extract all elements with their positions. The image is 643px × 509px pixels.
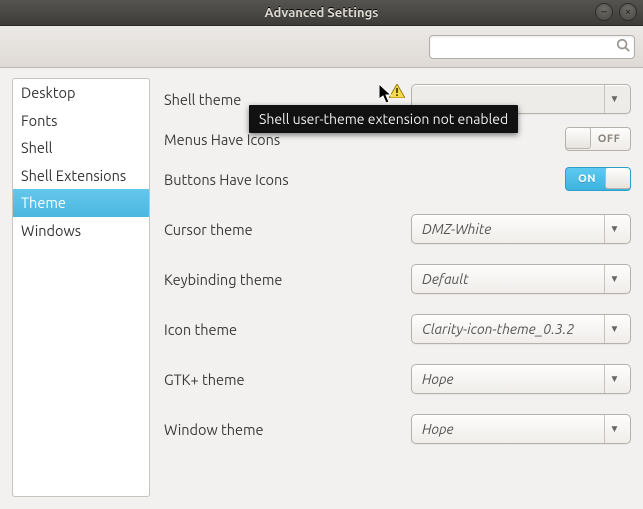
window-theme-combo[interactable]: Hope ▼ [411,414,631,444]
chevron-down-icon: ▼ [604,265,624,293]
close-button[interactable]: × [619,3,637,21]
chevron-down-icon: ▼ [604,415,624,443]
settings-content: Shell theme ▼ Menus Have Icons [164,78,631,497]
icon-theme-label: Icon theme [164,321,389,338]
toolbar [0,26,643,68]
sidebar: Desktop Fonts Shell Shell Extensions The… [12,78,150,497]
search-box[interactable] [429,35,635,59]
sidebar-item-fonts[interactable]: Fonts [13,107,149,135]
buttons-have-icons-switch[interactable]: ON [565,167,631,191]
sidebar-item-windows[interactable]: Windows [13,217,149,245]
sidebar-item-theme[interactable]: Theme [13,189,149,217]
chevron-down-icon: ▼ [604,365,624,393]
cursor-theme-combo[interactable]: DMZ-White ▼ [411,214,631,244]
buttons-have-icons-label: Buttons Have Icons [164,171,389,188]
cursor-pointer-icon [379,84,393,104]
sidebar-item-desktop[interactable]: Desktop [13,79,149,107]
menus-have-icons-switch[interactable]: OFF [565,127,631,151]
menus-have-icons-label: Menus Have Icons [164,131,389,148]
window-title: Advanced Settings [0,6,643,20]
sidebar-item-shell-extensions[interactable]: Shell Extensions [13,162,149,190]
chevron-down-icon: ▼ [604,215,624,243]
cursor-theme-label: Cursor theme [164,221,389,238]
chevron-down-icon: ▼ [604,315,624,343]
switch-handle [565,127,591,149]
icon-theme-combo[interactable]: Clarity-icon-theme_0.3.2 ▼ [411,314,631,344]
window-theme-label: Window theme [164,421,389,438]
keybinding-theme-combo[interactable]: Default ▼ [411,264,631,294]
tooltip: Shell user-theme extension not enabled [249,105,518,133]
keybinding-theme-label: Keybinding theme [164,271,389,288]
minimize-button[interactable]: – [595,3,613,21]
gtk-theme-label: GTK+ theme [164,371,389,388]
search-input[interactable] [434,39,616,54]
sidebar-item-shell[interactable]: Shell [13,134,149,162]
search-icon [616,38,630,55]
switch-handle [605,167,631,189]
window-titlebar: Advanced Settings – × [0,0,643,26]
chevron-down-icon: ▼ [604,85,624,113]
gtk-theme-combo[interactable]: Hope ▼ [411,364,631,394]
